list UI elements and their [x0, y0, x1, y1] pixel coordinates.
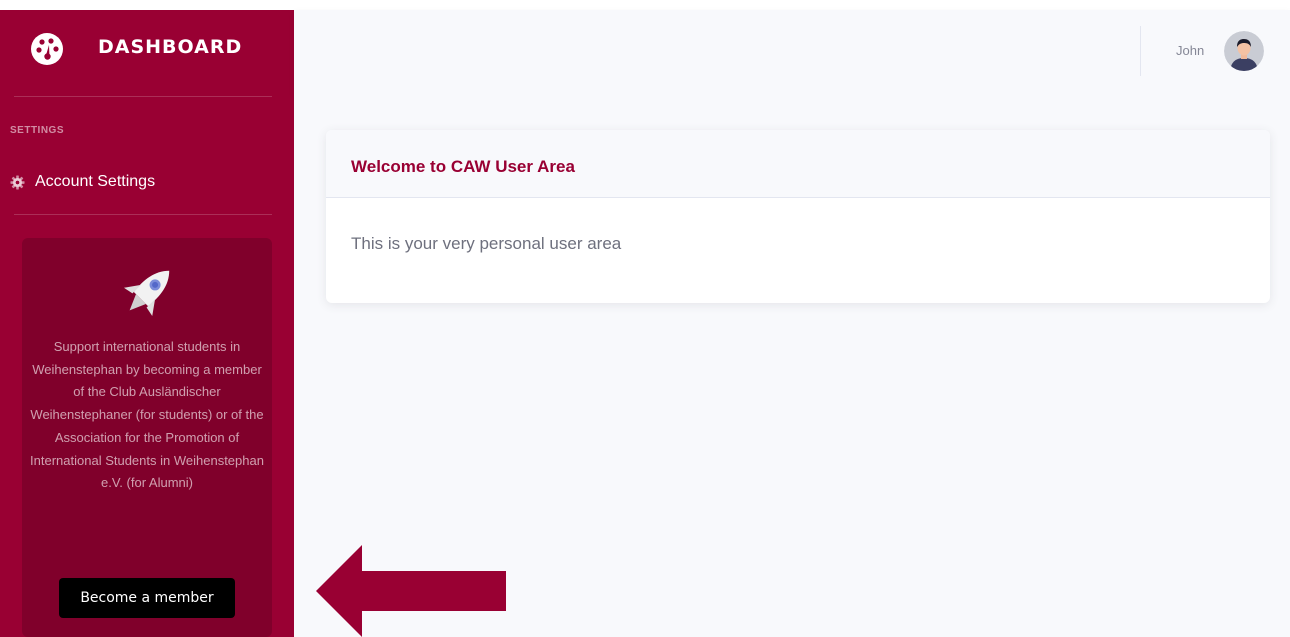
- sidebar-heading-settings: SETTINGS: [10, 125, 65, 136]
- tachometer-icon: [31, 33, 63, 65]
- card-header: Welcome to CAW User Area: [326, 130, 1270, 198]
- avatar-icon: [1224, 31, 1264, 71]
- card-body-text: This is your very personal user area: [351, 234, 622, 253]
- sidebar-promo-card: Support international students in Weihen…: [22, 238, 272, 637]
- sidebar-divider: [14, 96, 272, 97]
- sidebar-item-label: Account Settings: [35, 173, 156, 190]
- welcome-card: Welcome to CAW User Area This is your ve…: [326, 130, 1270, 303]
- card-title: Welcome to CAW User Area: [351, 157, 575, 176]
- become-member-button[interactable]: Become a member: [59, 578, 235, 618]
- sidebar: DASHBOARD SETTINGS Account Settings Supp…: [0, 10, 294, 637]
- user-name[interactable]: John: [1176, 43, 1204, 58]
- sidebar-item-account-settings[interactable]: Account Settings: [10, 166, 155, 198]
- sidebar-brand[interactable]: DASHBOARD: [0, 10, 294, 96]
- topbar-divider: [1140, 26, 1141, 76]
- page: DASHBOARD SETTINGS Account Settings Supp…: [0, 0, 1290, 637]
- user-avatar[interactable]: [1224, 31, 1264, 71]
- rocket-icon: [123, 270, 170, 317]
- gear-icon: [10, 174, 25, 190]
- brand-title: DASHBOARD: [98, 36, 243, 58]
- sidebar-divider: [14, 214, 272, 215]
- topbar: John: [294, 10, 1290, 96]
- promo-text: Support international students in Weihen…: [30, 339, 264, 491]
- arrow-left-icon: [316, 545, 506, 637]
